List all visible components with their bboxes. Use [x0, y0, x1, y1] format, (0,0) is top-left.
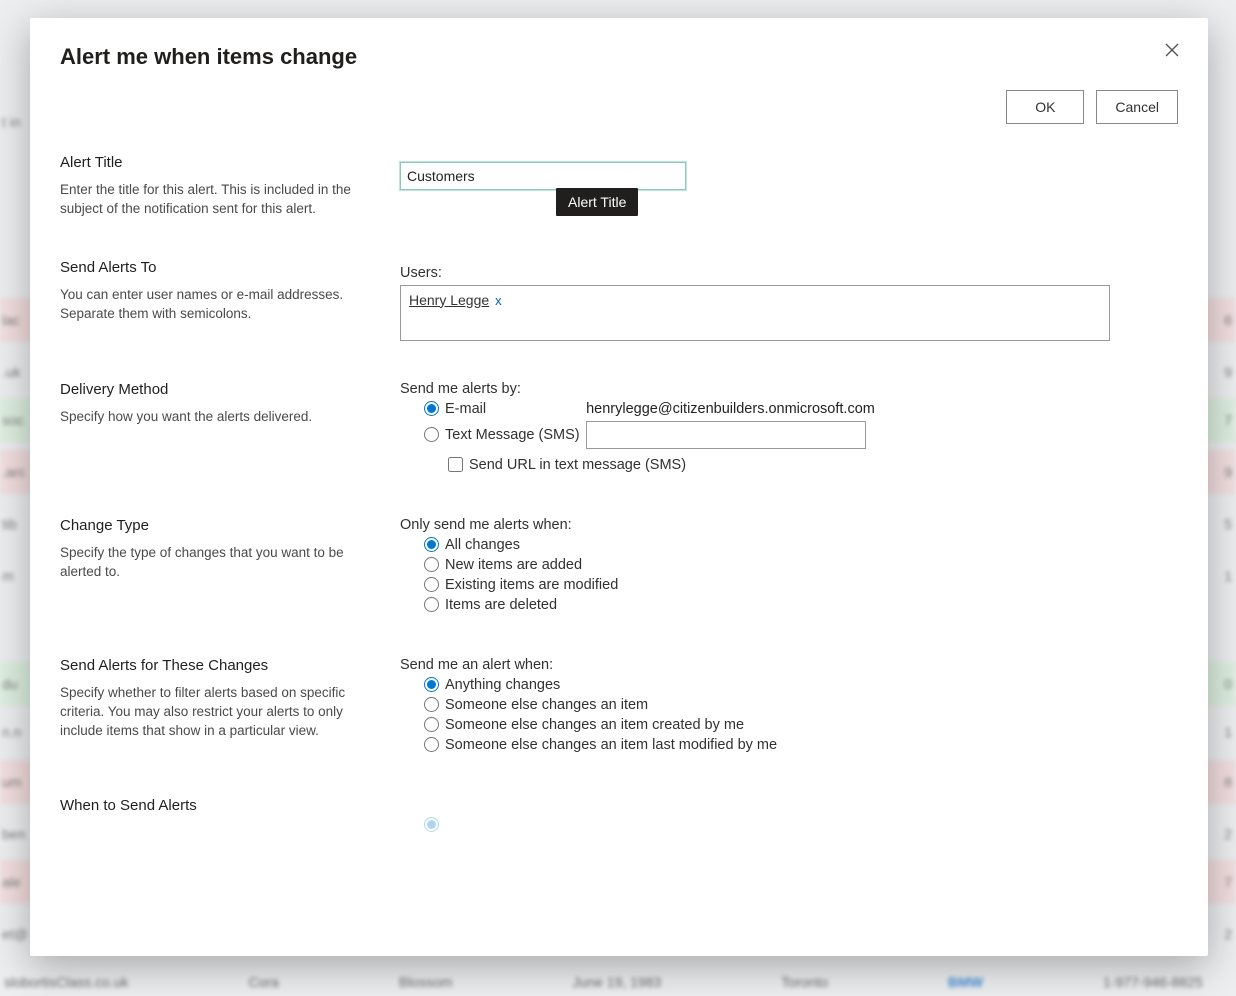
dialog-header: Alert me when items change	[30, 18, 1208, 70]
delivery-sms-radio[interactable]	[424, 427, 439, 442]
filter-radio-1[interactable]	[424, 697, 439, 712]
when-label: When to Send Alerts	[60, 797, 376, 814]
users-field-label: Users:	[400, 265, 1178, 281]
change-type-option-2: Existing items are modified	[445, 577, 618, 593]
change-type-option-1: New items are added	[445, 557, 582, 573]
section-alert-title: Alert Title Enter the title for this ale…	[60, 154, 1178, 219]
dialog-button-row: OK Cancel	[60, 90, 1178, 124]
users-input[interactable]: Henry Legge x	[400, 285, 1110, 341]
dialog-title: Alert me when items change	[60, 44, 1178, 70]
filter-changes-help: Specify whether to filter alerts based o…	[60, 684, 376, 741]
section-filter-changes: Send Alerts for These Changes Specify wh…	[60, 657, 1178, 757]
filter-radio-2[interactable]	[424, 717, 439, 732]
filter-changes-label: Send Alerts for These Changes	[60, 657, 376, 674]
send-to-label: Send Alerts To	[60, 259, 376, 276]
delivery-label: Delivery Method	[60, 381, 376, 398]
section-send-to: Send Alerts To You can enter user names …	[60, 259, 1178, 341]
change-type-field-label: Only send me alerts when:	[400, 517, 1178, 533]
change-type-radio-1[interactable]	[424, 557, 439, 572]
ok-button[interactable]: OK	[1006, 90, 1084, 124]
filter-option-0: Anything changes	[445, 677, 560, 693]
alert-title-input[interactable]	[400, 162, 686, 190]
send-to-help: You can enter user names or e-mail addre…	[60, 286, 376, 324]
filter-option-2: Someone else changes an item created by …	[445, 717, 744, 733]
section-when: When to Send Alerts	[60, 797, 1178, 827]
filter-radio-3[interactable]	[424, 737, 439, 752]
delivery-sms-label: Text Message (SMS)	[445, 427, 580, 443]
section-change-type: Change Type Specify the type of changes …	[60, 517, 1178, 617]
alert-title-help: Enter the title for this alert. This is …	[60, 181, 376, 219]
close-icon	[1165, 43, 1179, 57]
filter-changes-field-label: Send me an alert when:	[400, 657, 1178, 673]
sms-url-label: Send URL in text message (SMS)	[469, 457, 686, 473]
alert-dialog: Alert me when items change OK Cancel Ale…	[30, 18, 1208, 956]
when-radio-0[interactable]	[424, 817, 439, 832]
close-button[interactable]	[1154, 32, 1190, 68]
change-type-option-3: Items are deleted	[445, 597, 557, 613]
dialog-body[interactable]: OK Cancel Alert Title Enter the title fo…	[30, 70, 1208, 956]
filter-option-1: Someone else changes an item	[445, 697, 648, 713]
alert-title-tooltip: Alert Title	[556, 188, 638, 216]
change-type-radio-2[interactable]	[424, 577, 439, 592]
change-type-option-0: All changes	[445, 537, 520, 553]
sms-url-checkbox[interactable]	[448, 457, 463, 472]
delivery-email-address: henrylegge@citizenbuilders.onmicrosoft.c…	[586, 401, 875, 417]
delivery-email-radio[interactable]	[424, 401, 439, 416]
filter-radio-0[interactable]	[424, 677, 439, 692]
filter-option-3: Someone else changes an item last modifi…	[445, 737, 777, 753]
cancel-button[interactable]: Cancel	[1096, 90, 1178, 124]
delivery-field-label: Send me alerts by:	[400, 381, 1178, 397]
delivery-help: Specify how you want the alerts delivere…	[60, 408, 376, 427]
remove-user-icon[interactable]: x	[495, 293, 502, 308]
delivery-email-label: E-mail	[445, 401, 486, 417]
sms-number-input[interactable]	[586, 421, 866, 449]
change-type-help: Specify the type of changes that you wan…	[60, 544, 376, 582]
alert-title-label: Alert Title	[60, 154, 376, 171]
section-delivery: Delivery Method Specify how you want the…	[60, 381, 1178, 477]
change-type-radio-0[interactable]	[424, 537, 439, 552]
user-chip-name[interactable]: Henry Legge	[409, 292, 489, 308]
when-option-0	[445, 817, 449, 833]
change-type-label: Change Type	[60, 517, 376, 534]
change-type-radio-3[interactable]	[424, 597, 439, 612]
